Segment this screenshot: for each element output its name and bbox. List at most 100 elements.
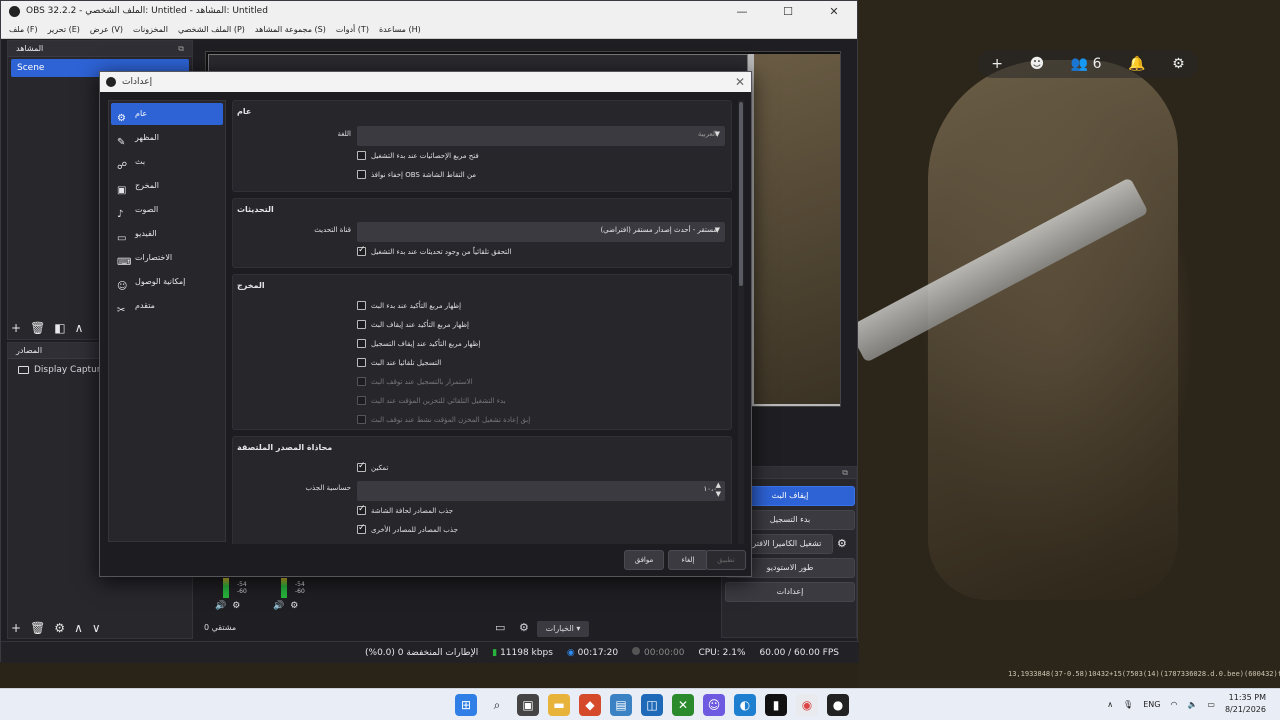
clock[interactable]: 11:35 PM 8/21/2026 xyxy=(1225,692,1266,716)
friends-count: 6 xyxy=(1092,56,1102,72)
move-up-icon[interactable]: ∧ xyxy=(75,321,84,335)
avatar[interactable]: ☻ xyxy=(1030,56,1045,72)
settings-button[interactable]: إعدادات xyxy=(725,582,855,602)
scene-filters-icon[interactable]: ◧ xyxy=(54,321,65,335)
source-settings-icon[interactable]: ⚙ xyxy=(54,621,65,635)
auto-replay-buffer-checkbox[interactable]: بدء التشغيل التلقائي للتخزين المؤقت عند … xyxy=(357,396,506,405)
add-source-icon[interactable]: + xyxy=(11,621,21,635)
auto-record-checkbox[interactable]: التسجيل تلقائيا عند البث xyxy=(357,358,441,367)
language-select[interactable]: العربية ▼ xyxy=(357,126,725,146)
layout-icon[interactable]: ▭ xyxy=(495,621,505,634)
wifi-icon[interactable]: ◠ xyxy=(1170,700,1177,709)
add-scene-icon[interactable]: + xyxy=(11,321,21,335)
file-explorer-icon[interactable]: ▬ xyxy=(548,694,570,716)
menu-help[interactable]: مساعدة (H) xyxy=(379,25,421,34)
stats-on-startup-checkbox[interactable]: فتح مربع الإحصائيات عند بدء التشغيل xyxy=(357,151,479,160)
store-icon[interactable]: ◫ xyxy=(641,694,663,716)
minimize-icon[interactable]: — xyxy=(719,5,765,18)
snap-sensitivity-spinbox[interactable]: ١٠،٠ ▲ ▼ xyxy=(357,481,725,501)
sidebar-item-appearance[interactable]: ✎ المظهر xyxy=(111,127,223,149)
settings-content: عام اللغة العربية ▼ فتح مربع الإحصائيات ع… xyxy=(232,100,732,544)
menu-tools[interactable]: أدوات (T) xyxy=(336,25,369,34)
tools-icon: ✂ xyxy=(117,305,126,316)
system-tray: ∧ 🎙 ENG ◠ 🔈 ▭ 11:35 PM 8/21/2026 xyxy=(1107,692,1266,716)
sidebar-item-advanced[interactable]: ✂ متقدم xyxy=(111,295,223,317)
obs-logo-icon xyxy=(106,77,116,87)
remove-scene-icon[interactable]: 🗑 xyxy=(30,321,45,335)
menu-view[interactable]: عرض (V) xyxy=(90,25,123,34)
maximize-icon[interactable]: ☐ xyxy=(765,5,811,18)
sidebar-item-audio[interactable]: ♪ الصوت xyxy=(111,199,223,221)
friends-icon[interactable]: 👥 6 xyxy=(1071,56,1102,72)
game-overlay-panel: + ☻ 👥 6 🔔 ⚙ xyxy=(978,50,1198,78)
move-up-icon[interactable]: ∧ xyxy=(74,621,83,635)
gear-icon[interactable]: ⚙ xyxy=(290,601,298,611)
dialog-title-bar: إعدادات ✕ xyxy=(100,72,751,92)
sidebar-item-output[interactable]: ▣ المخرج xyxy=(111,175,223,197)
sidebar-item-general[interactable]: ⚙ عام xyxy=(111,103,223,125)
chrome-icon[interactable]: ◉ xyxy=(796,694,818,716)
close-icon[interactable]: ✕ xyxy=(735,75,745,89)
options-dropdown[interactable]: الخيارات ▾ xyxy=(537,621,589,637)
sidebar-item-stream[interactable]: ☍ بث xyxy=(111,151,223,173)
dock-float-icon[interactable]: ⧉ xyxy=(178,41,184,56)
scrollbar-thumb[interactable] xyxy=(739,102,743,286)
enable-snapping-checkbox[interactable]: تمكين xyxy=(357,461,388,472)
snap-to-other-sources-checkbox[interactable]: جذب المصادر للمصادر الأخرى xyxy=(357,523,458,534)
group-title: عام xyxy=(237,107,252,116)
brave-icon[interactable]: ◆ xyxy=(579,694,601,716)
confirm-stop-record-checkbox[interactable]: إظهار مربع التأكيد عند إيقاف التسجيل xyxy=(357,339,480,348)
time: 11:35 PM xyxy=(1228,693,1266,702)
confirm-stop-stream-checkbox[interactable]: إظهار مربع التأكيد عند إيقاف البث xyxy=(357,320,469,329)
sidebar-item-video[interactable]: ▭ الفيديو xyxy=(111,223,223,245)
edge-icon[interactable]: ◐ xyxy=(734,694,756,716)
keep-replay-buffer-checkbox[interactable]: إبق إعادة تشغيل المخزن المؤقت نشط عند تو… xyxy=(357,415,530,424)
sidebar-item-hotkeys[interactable]: ⌨ الاختصارات xyxy=(111,247,223,269)
update-channel-select[interactable]: مستقر - أحدث إصدار مستقر (افتراضي) ▼ xyxy=(357,222,725,242)
search-icon[interactable]: ⌕ xyxy=(486,694,508,716)
hide-obs-from-capture-checkbox[interactable]: إخفاء نوافذ OBS من التقاط الشاشة xyxy=(357,170,476,179)
virtual-camera-settings-icon[interactable]: ⚙ xyxy=(837,537,847,550)
battery-icon[interactable]: ▭ xyxy=(1207,700,1215,709)
menu-scene-collection[interactable]: مجموعة المشاهد (S) xyxy=(255,25,326,34)
menu-edit[interactable]: تحرير (E) xyxy=(48,25,80,34)
confirm-start-stream-checkbox[interactable]: إظهار مربع التأكيد عند بدء البث xyxy=(357,301,461,310)
task-view-icon[interactable]: ▣ xyxy=(517,694,539,716)
game-launcher-icon[interactable]: ▮ xyxy=(765,694,787,716)
scenes-toolbar: + 🗑 ◧ ∧ xyxy=(11,321,83,335)
apply-button[interactable]: تطبيق xyxy=(706,550,746,570)
obs-taskbar-icon[interactable]: ● xyxy=(827,694,849,716)
keep-recording-checkbox[interactable]: الاستمرار بالتسجيل عند توقف البث xyxy=(357,377,473,386)
bell-icon[interactable]: 🔔 xyxy=(1128,56,1145,72)
menu-docks[interactable]: المخزونات xyxy=(133,25,168,34)
sidebar-item-accessibility[interactable]: ☺ إمكانية الوصول xyxy=(111,271,223,293)
add-friend-icon[interactable]: + xyxy=(991,56,1003,72)
move-down-icon[interactable]: ∨ xyxy=(92,621,101,635)
snap-to-screen-edge-checkbox[interactable]: جذب المصادر لحافة الشاشة xyxy=(357,504,453,515)
photos-icon[interactable]: ▤ xyxy=(610,694,632,716)
volume-icon[interactable]: 🔈 xyxy=(1187,700,1197,709)
close-icon[interactable]: ✕ xyxy=(811,5,857,18)
settings-scrollbar[interactable] xyxy=(738,100,744,544)
start-icon[interactable]: ⊞ xyxy=(455,694,477,716)
speaker-icon[interactable]: 🔊 xyxy=(273,601,284,611)
auto-check-updates-checkbox[interactable]: التحقق تلقائياً من وجود تحديثات عند بدء … xyxy=(357,245,511,256)
gear-icon[interactable]: ⚙ xyxy=(1172,56,1185,72)
spin-arrows-icon[interactable]: ▲ ▼ xyxy=(716,481,721,499)
volume-meter xyxy=(281,578,287,598)
microphone-icon[interactable]: 🎙 xyxy=(1123,700,1133,709)
menu-profile[interactable]: الملف الشخصي (P) xyxy=(178,25,245,34)
cancel-button[interactable]: إلغاء xyxy=(668,550,708,570)
menu-file[interactable]: ملف (F) xyxy=(9,25,38,34)
ok-button[interactable]: موافق xyxy=(624,550,664,570)
language-indicator[interactable]: ENG xyxy=(1143,700,1160,709)
xbox-icon[interactable]: ✕ xyxy=(672,694,694,716)
window-title: OBS 32.2.2 - الملف الشخصي: Untitled - ال… xyxy=(26,6,268,16)
chevron-up-icon[interactable]: ∧ xyxy=(1107,700,1113,709)
mixer-settings-icon[interactable]: ⚙ xyxy=(519,621,529,634)
remove-source-icon[interactable]: 🗑 xyxy=(30,621,45,635)
dock-float-icon[interactable]: ⧉ xyxy=(842,467,848,478)
speaker-icon[interactable]: 🔊 xyxy=(215,601,226,611)
gear-icon[interactable]: ⚙ xyxy=(232,601,240,611)
discord-icon[interactable]: ☺ xyxy=(703,694,725,716)
